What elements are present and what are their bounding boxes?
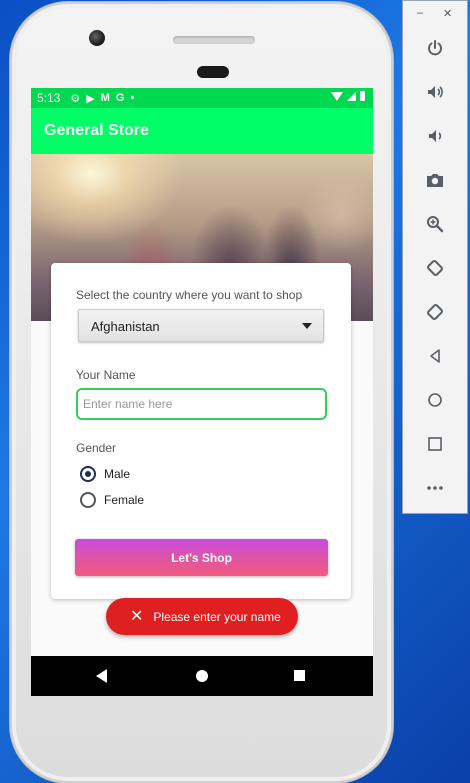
rotate-right-icon[interactable] (403, 298, 467, 326)
country-label: Select the country where you want to sho… (76, 288, 303, 302)
more-icon[interactable] (403, 474, 467, 502)
status-indicators (331, 91, 365, 101)
close-window-icon[interactable]: ✕ (443, 7, 452, 20)
battery-icon (360, 91, 365, 101)
overview-icon[interactable] (294, 670, 305, 681)
back-icon[interactable] (403, 342, 467, 370)
gender-label: Gender (76, 441, 117, 455)
rotate-left-icon[interactable] (403, 254, 467, 282)
back-icon[interactable] (96, 669, 107, 683)
wifi-icon (331, 91, 343, 101)
status-time: 5:13 (37, 91, 61, 105)
country-selected-value: Afghanistan (91, 319, 160, 334)
radio-male-label: Male (104, 467, 131, 481)
name-input[interactable] (76, 388, 327, 420)
country-dropdown[interactable]: Afghanistan (78, 309, 324, 342)
form-card: Select the country where you want to sho… (51, 263, 351, 599)
toast-message: Please enter your name (153, 609, 281, 624)
radio-checked-icon[interactable] (80, 466, 96, 482)
nav-bar (31, 656, 373, 696)
gear-icon: ⚙ (70, 92, 81, 105)
play-icon: ▶ (86, 92, 95, 105)
earpiece-speaker (173, 36, 255, 44)
signal-icon (347, 91, 356, 101)
power-icon[interactable] (403, 34, 467, 62)
device-screen: 5:13 ⚙ ▶ M G • General Store Select the … (31, 88, 373, 696)
proximity-sensor (197, 66, 229, 78)
volume-down-icon[interactable] (403, 122, 467, 150)
chevron-down-icon (302, 323, 312, 329)
radio-male[interactable]: Male (80, 466, 130, 482)
overview-icon[interactable] (403, 430, 467, 458)
minimize-icon[interactable]: – (417, 7, 423, 19)
emulator-toolbar: – ✕ (402, 0, 468, 514)
radio-female[interactable]: Female (80, 492, 144, 508)
home-icon[interactable] (196, 670, 208, 682)
dot-icon: • (130, 92, 135, 104)
front-camera (89, 30, 105, 46)
radio-female-label: Female (104, 493, 145, 507)
home-icon[interactable] (403, 386, 467, 414)
lets-shop-button[interactable]: Let's Shop (75, 539, 328, 576)
zoom-icon[interactable] (403, 210, 467, 238)
camera-icon[interactable] (403, 166, 467, 194)
gmail-icon: M (100, 92, 110, 104)
error-toast: ✕ Please enter your name (106, 598, 298, 635)
app-title: General Store (44, 122, 149, 139)
status-bar: 5:13 ⚙ ▶ M G • (31, 88, 373, 108)
google-icon: G (115, 92, 125, 104)
name-label: Your Name (76, 368, 136, 382)
volume-up-icon[interactable] (403, 78, 467, 106)
app-bar: General Store (31, 108, 373, 154)
radio-unchecked-icon[interactable] (80, 492, 96, 508)
close-icon: ✕ (130, 607, 144, 625)
